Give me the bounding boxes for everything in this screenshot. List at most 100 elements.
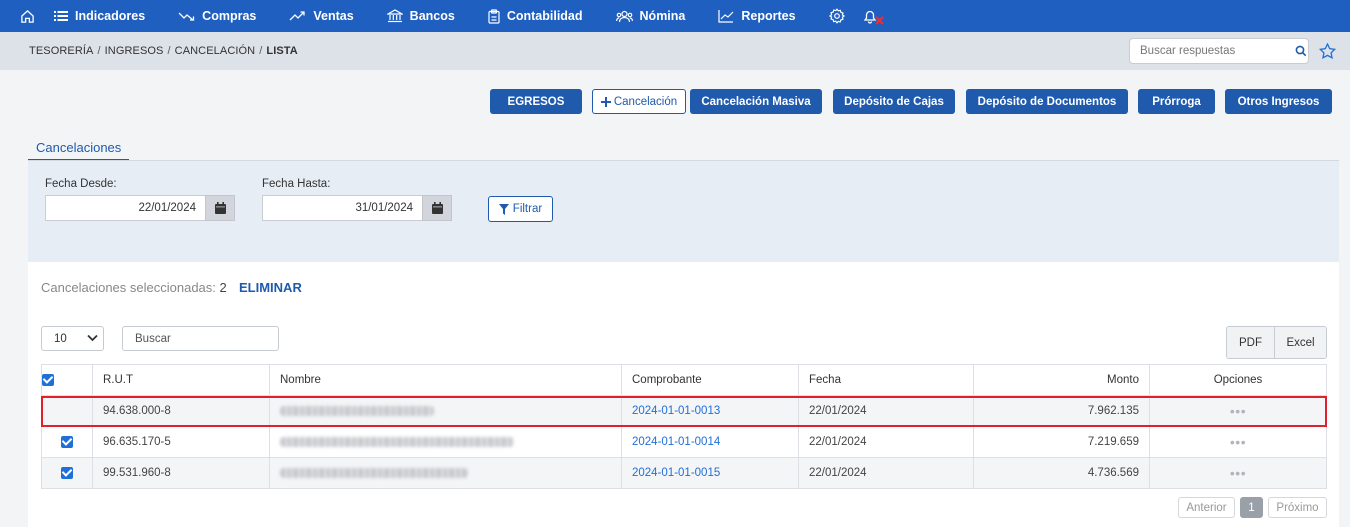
row-monto: 7.219.659 xyxy=(973,426,1150,458)
breadcrumb-item-cancelacion[interactable]: CANCELACIÓN xyxy=(175,45,256,57)
nav-item-label: Compras xyxy=(202,9,257,23)
breadcrumb-current: LISTA xyxy=(266,45,298,57)
help-search-input[interactable] xyxy=(1130,39,1294,63)
select-all-checkbox[interactable] xyxy=(41,364,93,396)
row-options-button[interactable]: ••• xyxy=(1149,457,1327,489)
home-icon[interactable] xyxy=(0,0,54,32)
row-options-button[interactable]: ••• xyxy=(1149,395,1327,427)
header-opciones: Opciones xyxy=(1149,364,1327,396)
nav-item-bancos[interactable]: Bancos xyxy=(386,9,455,23)
egresos-button[interactable]: EGRESOS xyxy=(490,89,582,114)
filtrar-label: Filtrar xyxy=(512,203,543,215)
star-icon[interactable] xyxy=(1318,42,1337,62)
notification-badge-icon xyxy=(874,15,884,25)
clipboard-icon xyxy=(488,8,500,24)
more-options-icon: ••• xyxy=(1229,465,1247,481)
search-icon[interactable] xyxy=(1294,45,1308,57)
deposito-documentos-button[interactable]: Depósito de Documentos xyxy=(966,89,1128,114)
new-cancelacion-button[interactable]: Cancelación xyxy=(592,89,686,114)
calendar-icon[interactable] xyxy=(422,195,452,221)
nav-item-indicadores[interactable]: Indicadores xyxy=(54,9,145,23)
table-row: 99.531.960-8 2024-01-01-0015 22/01/2024 … xyxy=(41,457,1327,489)
row-checkbox[interactable] xyxy=(41,457,93,489)
bell-icon[interactable] xyxy=(863,9,884,25)
header-monto[interactable]: Monto xyxy=(973,364,1150,396)
breadcrumb-bar: TESORERÍA / INGRESOS / CANCELACIÓN / LISTA xyxy=(0,32,1350,70)
breadcrumb-item-ingresos[interactable]: INGRESOS xyxy=(105,45,164,57)
row-nombre-redacted xyxy=(269,457,622,489)
header-nombre[interactable]: Nombre xyxy=(269,364,622,396)
eliminar-button[interactable]: ELIMINAR xyxy=(239,280,302,295)
row-comprobante-link[interactable]: 2024-01-01-0015 xyxy=(621,457,799,489)
row-comprobante-link[interactable]: 2024-01-01-0014 xyxy=(621,426,799,458)
nav-item-nomina[interactable]: Nómina xyxy=(615,9,686,23)
header-rut[interactable]: R.U.T xyxy=(92,364,270,396)
excel-button[interactable]: Excel xyxy=(1275,327,1326,358)
row-comprobante-link[interactable]: 2024-01-01-0013 xyxy=(621,395,799,427)
export-button-group: PDF Excel xyxy=(1226,326,1327,359)
row-rut: 96.635.170-5 xyxy=(92,426,270,458)
pagination-next-button[interactable]: Próximo xyxy=(1268,497,1327,518)
nav-item-label: Nómina xyxy=(639,9,686,23)
pagination-prev-button[interactable]: Anterior xyxy=(1178,497,1235,518)
pagination-page-1[interactable]: 1 xyxy=(1240,497,1263,518)
pdf-button[interactable]: PDF xyxy=(1227,327,1275,358)
nav-item-ventas[interactable]: Ventas xyxy=(289,9,354,23)
table-header-row: R.U.T Nombre Comprobante Fecha Monto Opc… xyxy=(41,364,1327,396)
cancelaciones-table: R.U.T Nombre Comprobante Fecha Monto Opc… xyxy=(41,364,1327,489)
top-navbar: Indicadores Compras Ventas Bancos Contab… xyxy=(0,0,1350,32)
calendar-icon[interactable] xyxy=(205,195,235,221)
trend-down-icon xyxy=(178,12,195,21)
fecha-hasta-input[interactable] xyxy=(262,195,423,221)
table-row: 94.638.000-8 2024-01-01-0013 22/01/2024 … xyxy=(41,395,1327,427)
deposito-cajas-button[interactable]: Depósito de Cajas xyxy=(833,89,955,114)
new-cancelacion-label: Cancelación xyxy=(613,95,678,108)
row-fecha: 22/01/2024 xyxy=(798,395,974,427)
row-monto: 7.962.135 xyxy=(973,395,1150,427)
header-comprobante[interactable]: Comprobante xyxy=(621,364,799,396)
nav-item-label: Bancos xyxy=(409,9,455,23)
row-rut: 94.638.000-8 xyxy=(92,395,270,427)
table-row: 96.635.170-5 2024-01-01-0014 22/01/2024 … xyxy=(41,426,1327,458)
fecha-desde-label: Fecha Desde: xyxy=(45,178,117,190)
breadcrumb-item-tesoreria[interactable]: TESORERÍA xyxy=(29,45,93,57)
help-search-box xyxy=(1129,38,1309,64)
nav-item-reportes[interactable]: Reportes xyxy=(718,9,796,23)
prorroga-button[interactable]: Prórroga xyxy=(1138,89,1215,114)
row-options-button[interactable]: ••• xyxy=(1149,426,1327,458)
selection-label: Cancelaciones seleccionadas: xyxy=(41,280,216,295)
otros-ingresos-button[interactable]: Otros Ingresos xyxy=(1225,89,1332,114)
filter-icon xyxy=(498,203,509,215)
row-fecha: 22/01/2024 xyxy=(798,457,974,489)
tab-cancelaciones[interactable]: Cancelaciones xyxy=(28,138,130,161)
nav-item-contabilidad[interactable]: Contabilidad xyxy=(488,8,583,24)
checkbox-checked-icon xyxy=(61,435,73,448)
selection-info: Cancelaciones seleccionadas: 2 xyxy=(41,280,227,295)
row-fecha: 22/01/2024 xyxy=(798,426,974,458)
table-search-input[interactable] xyxy=(122,326,279,351)
fecha-hasta-label: Fecha Hasta: xyxy=(262,178,331,190)
bank-icon xyxy=(386,9,403,23)
trend-up-icon xyxy=(289,11,306,21)
filtrar-button[interactable]: Filtrar xyxy=(488,196,553,222)
row-checkbox[interactable] xyxy=(41,426,93,458)
row-nombre-redacted xyxy=(269,395,622,427)
more-options-icon: ••• xyxy=(1229,403,1247,419)
fecha-desde-input[interactable] xyxy=(45,195,206,221)
plus-icon xyxy=(600,96,611,107)
row-checkbox[interactable] xyxy=(41,395,93,427)
row-nombre-redacted xyxy=(269,426,622,458)
row-monto: 4.736.569 xyxy=(973,457,1150,489)
gear-icon[interactable] xyxy=(828,8,845,24)
chart-line-icon xyxy=(718,10,734,23)
checkbox-checked-icon xyxy=(61,466,73,479)
list-icon xyxy=(54,11,68,21)
checkbox-checked-icon xyxy=(42,373,54,386)
header-fecha[interactable]: Fecha xyxy=(798,364,974,396)
nav-item-compras[interactable]: Compras xyxy=(178,9,256,23)
cancelacion-masiva-button[interactable]: Cancelación Masiva xyxy=(690,89,822,114)
page-size-value: 10 xyxy=(54,332,67,345)
chevron-down-icon xyxy=(87,334,98,342)
page-size-select[interactable]: 10 xyxy=(41,326,104,351)
more-options-icon: ••• xyxy=(1229,434,1247,450)
